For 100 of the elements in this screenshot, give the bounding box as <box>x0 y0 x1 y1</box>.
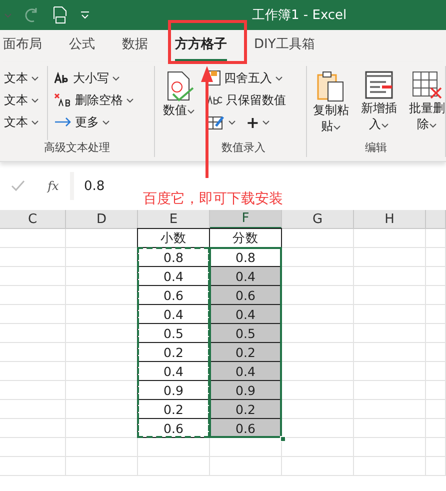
ribbon-large-button[interactable]: 复制粘贴 <box>311 68 351 136</box>
caret-icon <box>112 76 120 80</box>
grid-cell <box>0 381 66 400</box>
customize-icon[interactable] <box>80 11 90 19</box>
caret-icon <box>381 123 389 128</box>
caret-icon <box>262 120 270 124</box>
ribbon-menu-button[interactable]: 文本 <box>4 112 39 132</box>
abc-icon <box>207 95 223 105</box>
grid-cell <box>354 438 426 457</box>
table-cell: 0.6 <box>137 418 210 438</box>
ribbon-menu-button[interactable]: 删除空格 <box>54 90 134 110</box>
grid-cell <box>66 438 138 457</box>
table-cell: 0.6 <box>209 285 282 305</box>
grid-cell <box>354 286 426 305</box>
grid-cell <box>354 362 426 381</box>
column-header[interactable]: H <box>354 210 426 229</box>
ribbon-menu-button[interactable]: 文本 <box>4 90 39 110</box>
ribbon-tab[interactable]: 数据 <box>122 30 148 62</box>
grid-cell <box>0 248 66 267</box>
grid-cell <box>282 248 354 267</box>
grid-cell <box>354 248 426 267</box>
grid-cell <box>426 381 446 400</box>
ribbon-large-button[interactable]: 数值 <box>159 68 199 120</box>
grid-cell <box>354 229 426 248</box>
ribbon-button[interactable]: 只保留数值 <box>207 90 286 110</box>
window-title: 工作簿1 - Excel <box>252 7 347 24</box>
grid-cell <box>354 457 426 476</box>
grid-cell <box>282 229 354 248</box>
grid-cell <box>426 248 446 267</box>
grid-cell <box>0 286 66 305</box>
add-menu-button[interactable]: + <box>246 112 270 132</box>
grid-cell <box>282 362 354 381</box>
grid-cell <box>282 267 354 286</box>
ribbon-large-button[interactable]: 批量删除 <box>407 68 446 134</box>
caret-icon <box>429 123 437 128</box>
caret-icon <box>126 98 134 102</box>
grid-cell <box>0 362 66 381</box>
caret-icon <box>4 12 12 18</box>
grid-cell <box>426 305 446 324</box>
table-cell: 0.2 <box>137 399 210 419</box>
column-header[interactable]: E <box>138 210 210 229</box>
table-delete-icon <box>411 70 443 100</box>
table-cell: 0.4 <box>209 361 282 381</box>
group-label: 高级文本处理 <box>43 140 111 156</box>
grid-cell <box>0 229 66 248</box>
check-icon[interactable] <box>11 180 26 192</box>
caret-icon <box>31 98 39 102</box>
grid-cell <box>426 438 446 457</box>
table-cell: 0.6 <box>137 285 210 305</box>
grid-cell <box>354 381 426 400</box>
ribbon-large-button[interactable]: 新增插入 <box>359 68 399 134</box>
table-cell: 0.8 <box>209 247 282 267</box>
column-header[interactable]: C <box>0 210 66 229</box>
table-cell: 0.9 <box>209 380 282 400</box>
insert-rows-icon <box>364 70 394 100</box>
ribbon-tab[interactable]: 面布局 <box>3 30 42 62</box>
caret-icon <box>31 120 39 124</box>
group-label: 编辑 <box>364 140 388 156</box>
grid-cell <box>426 267 446 286</box>
case-icon <box>54 72 70 84</box>
grid-cell <box>138 457 210 476</box>
table-cell: 0.2 <box>209 399 282 419</box>
table-cell: 0.4 <box>137 266 210 286</box>
caret-icon <box>275 76 283 80</box>
table-cell: 0.9 <box>137 380 210 400</box>
grid-cell <box>138 438 210 457</box>
grid-cell <box>210 457 282 476</box>
ribbon-menu-button[interactable]: 大小写 <box>54 68 134 88</box>
grid-cell <box>426 229 446 248</box>
ribbon-menu-button[interactable]: 更多 <box>54 112 134 132</box>
table-cell: 0.4 <box>209 304 282 324</box>
grid-cell <box>354 324 426 343</box>
grid-cell <box>354 343 426 362</box>
grid-cell <box>282 438 354 457</box>
grid-cell <box>426 457 446 476</box>
grid-cell <box>354 305 426 324</box>
table-cell: 0.4 <box>137 361 210 381</box>
column-header[interactable]: D <box>66 210 138 229</box>
column-header[interactable]: F <box>210 210 282 229</box>
grid-cell <box>354 419 426 438</box>
table-cell: 0.2 <box>209 342 282 362</box>
fill-handle[interactable] <box>280 436 286 442</box>
grid-cell <box>282 324 354 343</box>
grid-cell <box>0 267 66 286</box>
column-header[interactable]: G <box>282 210 354 229</box>
ribbon-tab[interactable]: DIY工具箱 <box>254 30 315 62</box>
fx-button[interactable]: fx <box>48 179 59 193</box>
grid-cell <box>426 400 446 419</box>
ribbon-tab[interactable]: 公式 <box>69 30 95 62</box>
grid-cell <box>354 267 426 286</box>
grid-cell <box>0 438 66 457</box>
table-cell: 小数 <box>137 228 210 248</box>
grid-cell <box>282 305 354 324</box>
ribbon-menu-button[interactable]: 文本 <box>4 68 39 88</box>
remove-spaces-icon <box>54 93 72 107</box>
clipboard-icon <box>316 70 346 102</box>
grid-cell <box>282 286 354 305</box>
grid-cell <box>426 419 446 438</box>
grid-cell <box>354 400 426 419</box>
print-preview-icon[interactable] <box>52 6 68 24</box>
